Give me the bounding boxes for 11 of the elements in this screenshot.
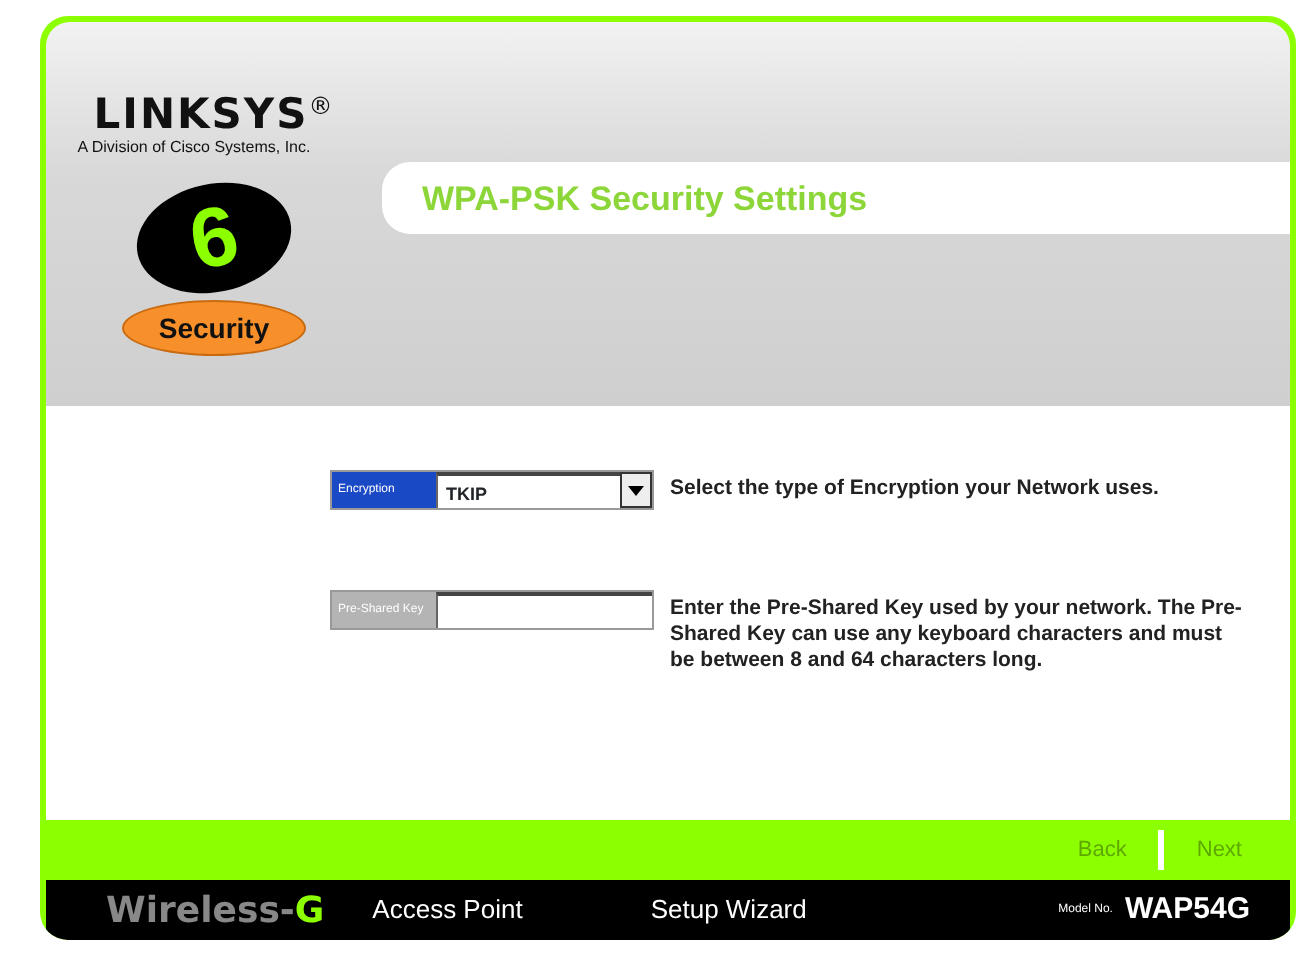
help-text: Enter the Pre-Shared Key used by your network. The Pre-Shared Key can use any keyboard characters and must be between 8 and 64 characters long.: [670, 594, 1244, 675]
model-number: WAP54G: [1124, 889, 1250, 930]
app-name: Setup Wizard: [650, 892, 807, 929]
logo-tagline: A Division of Cisco Systems, Inc.: [77, 136, 311, 160]
page-title: WPA-PSK Security Settings: [382, 162, 1290, 234]
product-name: Wireless-: [106, 887, 295, 935]
device-type: Access Point: [372, 892, 523, 929]
step-label: Security: [122, 300, 306, 356]
help-text: Select the type of Encryption your Network uses.: [670, 474, 1161, 503]
product-name-suffix: G: [294, 887, 325, 935]
logo: LINKSYS®: [93, 94, 335, 136]
